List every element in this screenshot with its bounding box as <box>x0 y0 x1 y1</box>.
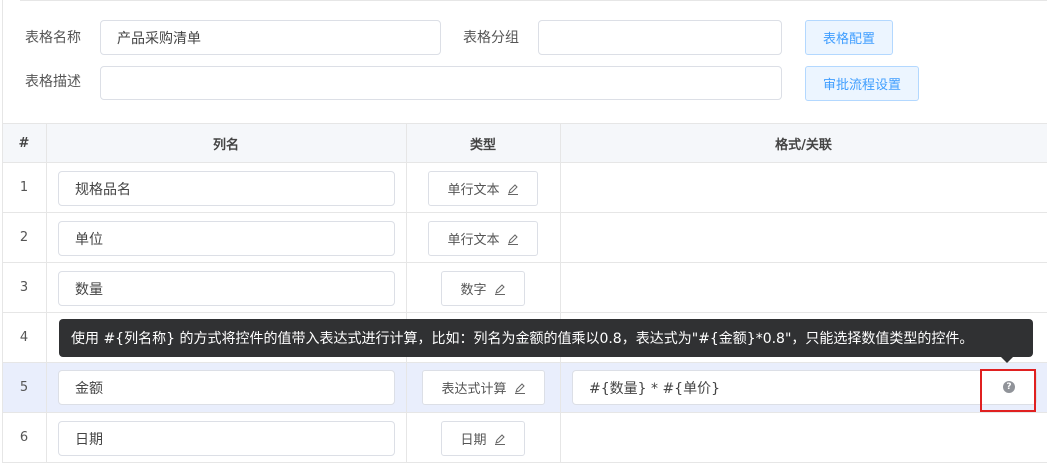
type-label: 表达式计算 <box>441 382 507 397</box>
table-desc-input[interactable] <box>100 66 782 100</box>
column-name-input[interactable]: 金额 <box>58 370 395 405</box>
column-name-input[interactable]: 日期 <box>58 421 395 456</box>
column-name-input[interactable]: 规格品名 <box>58 171 395 206</box>
expression-help-tooltip: 使用 #{列名称} 的方式将控件的值带入表达式进行计算，比如：列名为金额的值乘以… <box>59 319 1033 357</box>
table-row: 3 数量 数字 <box>2 263 1047 313</box>
table-group-input[interactable] <box>538 20 782 55</box>
table-desc-label: 表格描述 <box>25 74 81 90</box>
row-index: 6 <box>19 430 29 445</box>
edit-pen-icon <box>494 283 505 295</box>
column-name-value: 日期 <box>75 431 103 448</box>
header-index: # <box>18 135 30 151</box>
left-divider <box>2 0 3 123</box>
column-name-value: 规格品名 <box>75 181 131 198</box>
column-divider <box>46 123 47 462</box>
table-name-input[interactable]: 产品采购清单 <box>100 20 441 55</box>
type-select-button[interactable]: 表达式计算 <box>422 370 545 405</box>
top-divider <box>20 0 1047 1</box>
tooltip-arrow <box>1001 357 1013 363</box>
table-row: 1 规格品名 单行文本 <box>2 163 1047 213</box>
edit-pen-icon <box>507 183 518 195</box>
type-select-button[interactable]: 单行文本 <box>428 221 538 256</box>
table-config-button[interactable]: 表格配置 <box>805 20 893 55</box>
type-select-button[interactable]: 数字 <box>441 271 525 306</box>
type-select-button[interactable]: 日期 <box>441 421 525 456</box>
header-column-name: 列名 <box>212 137 239 153</box>
column-name-value: 金额 <box>75 380 103 397</box>
row-index: 1 <box>19 180 29 195</box>
table-name-label: 表格名称 <box>25 30 81 46</box>
column-name-value: 单位 <box>75 231 103 248</box>
approval-flow-button[interactable]: 审批流程设置 <box>805 66 919 101</box>
table-row: 2 单位 单行文本 <box>2 213 1047 263</box>
table-border-left <box>2 123 3 462</box>
table-row-selected: 5 金额 表达式计算 #{数量} * #{单价} <box>2 363 1047 413</box>
type-select-button[interactable]: 单行文本 <box>428 171 538 206</box>
expression-value: #{数量} * #{单价} <box>589 380 720 397</box>
table-name-value: 产品采购清单 <box>117 30 201 47</box>
row-index: 2 <box>19 230 29 245</box>
type-label: 数字 <box>460 283 487 298</box>
approval-flow-button-label: 审批流程设置 <box>822 78 901 93</box>
column-divider <box>406 123 407 462</box>
row-index: 5 <box>19 380 29 395</box>
type-label: 单行文本 <box>447 183 500 198</box>
table-config-button-label: 表格配置 <box>822 32 875 47</box>
column-name-input[interactable]: 单位 <box>58 221 395 256</box>
edit-pen-icon <box>507 233 518 245</box>
header-format: 格式/关联 <box>775 137 832 153</box>
row-index: 4 <box>19 330 29 345</box>
column-name-value: 数量 <box>75 281 103 298</box>
header-type: 类型 <box>469 137 496 153</box>
type-label: 单行文本 <box>447 233 500 248</box>
type-label: 日期 <box>460 433 487 448</box>
column-name-input[interactable]: 数量 <box>58 271 395 306</box>
tooltip-text: 使用 #{列名称} 的方式将控件的值带入表达式进行计算，比如：列名为金额的值乘以… <box>71 331 974 347</box>
row-index: 3 <box>19 280 29 295</box>
edit-pen-icon <box>494 433 505 445</box>
expression-input[interactable]: #{数量} * #{单价} <box>572 370 1037 405</box>
annotation-highlight-box <box>980 369 1036 412</box>
table-header: # 列名 类型 格式/关联 <box>2 123 1047 163</box>
table-group-label: 表格分组 <box>463 30 519 46</box>
table-row: 6 日期 日期 <box>2 413 1047 463</box>
column-divider <box>560 123 561 462</box>
edit-pen-icon <box>514 382 525 394</box>
